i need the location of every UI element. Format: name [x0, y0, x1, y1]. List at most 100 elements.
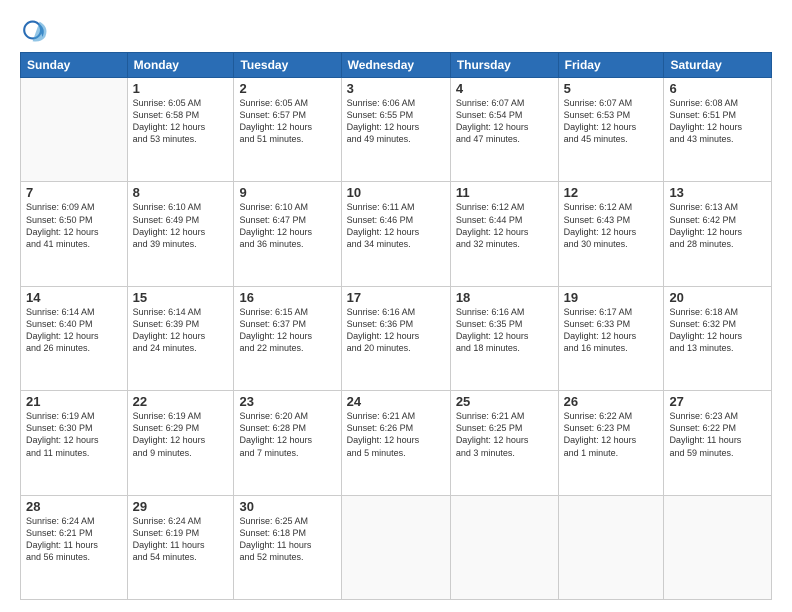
calendar-cell [558, 495, 664, 599]
calendar-cell: 11Sunrise: 6:12 AM Sunset: 6:44 PM Dayli… [450, 182, 558, 286]
day-info: Sunrise: 6:07 AM Sunset: 6:54 PM Dayligh… [456, 97, 553, 146]
calendar-table: SundayMondayTuesdayWednesdayThursdayFrid… [20, 52, 772, 600]
day-info: Sunrise: 6:23 AM Sunset: 6:22 PM Dayligh… [669, 410, 766, 459]
header [20, 16, 772, 44]
day-info: Sunrise: 6:10 AM Sunset: 6:47 PM Dayligh… [239, 201, 335, 250]
day-info: Sunrise: 6:10 AM Sunset: 6:49 PM Dayligh… [133, 201, 229, 250]
day-info: Sunrise: 6:08 AM Sunset: 6:51 PM Dayligh… [669, 97, 766, 146]
day-number: 26 [564, 394, 659, 409]
calendar-cell: 15Sunrise: 6:14 AM Sunset: 6:39 PM Dayli… [127, 286, 234, 390]
calendar-cell: 25Sunrise: 6:21 AM Sunset: 6:25 PM Dayli… [450, 391, 558, 495]
calendar-cell: 6Sunrise: 6:08 AM Sunset: 6:51 PM Daylig… [664, 78, 772, 182]
week-row-3: 14Sunrise: 6:14 AM Sunset: 6:40 PM Dayli… [21, 286, 772, 390]
day-number: 12 [564, 185, 659, 200]
day-number: 13 [669, 185, 766, 200]
day-number: 19 [564, 290, 659, 305]
week-row-5: 28Sunrise: 6:24 AM Sunset: 6:21 PM Dayli… [21, 495, 772, 599]
day-info: Sunrise: 6:09 AM Sunset: 6:50 PM Dayligh… [26, 201, 122, 250]
calendar-cell: 5Sunrise: 6:07 AM Sunset: 6:53 PM Daylig… [558, 78, 664, 182]
calendar-cell: 27Sunrise: 6:23 AM Sunset: 6:22 PM Dayli… [664, 391, 772, 495]
day-info: Sunrise: 6:19 AM Sunset: 6:29 PM Dayligh… [133, 410, 229, 459]
calendar-cell: 20Sunrise: 6:18 AM Sunset: 6:32 PM Dayli… [664, 286, 772, 390]
day-info: Sunrise: 6:21 AM Sunset: 6:25 PM Dayligh… [456, 410, 553, 459]
day-number: 3 [347, 81, 445, 96]
calendar-cell: 10Sunrise: 6:11 AM Sunset: 6:46 PM Dayli… [341, 182, 450, 286]
day-info: Sunrise: 6:05 AM Sunset: 6:58 PM Dayligh… [133, 97, 229, 146]
calendar-cell: 26Sunrise: 6:22 AM Sunset: 6:23 PM Dayli… [558, 391, 664, 495]
calendar-cell: 4Sunrise: 6:07 AM Sunset: 6:54 PM Daylig… [450, 78, 558, 182]
calendar-cell [664, 495, 772, 599]
day-number: 22 [133, 394, 229, 409]
calendar-cell: 12Sunrise: 6:12 AM Sunset: 6:43 PM Dayli… [558, 182, 664, 286]
calendar-cell: 24Sunrise: 6:21 AM Sunset: 6:26 PM Dayli… [341, 391, 450, 495]
week-row-4: 21Sunrise: 6:19 AM Sunset: 6:30 PM Dayli… [21, 391, 772, 495]
day-info: Sunrise: 6:21 AM Sunset: 6:26 PM Dayligh… [347, 410, 445, 459]
calendar-cell: 13Sunrise: 6:13 AM Sunset: 6:42 PM Dayli… [664, 182, 772, 286]
calendar-cell: 23Sunrise: 6:20 AM Sunset: 6:28 PM Dayli… [234, 391, 341, 495]
day-info: Sunrise: 6:15 AM Sunset: 6:37 PM Dayligh… [239, 306, 335, 355]
day-number: 11 [456, 185, 553, 200]
weekday-header-monday: Monday [127, 53, 234, 78]
day-info: Sunrise: 6:05 AM Sunset: 6:57 PM Dayligh… [239, 97, 335, 146]
logo [20, 16, 52, 44]
weekday-header-row: SundayMondayTuesdayWednesdayThursdayFrid… [21, 53, 772, 78]
weekday-header-sunday: Sunday [21, 53, 128, 78]
day-number: 28 [26, 499, 122, 514]
day-number: 17 [347, 290, 445, 305]
calendar-cell: 17Sunrise: 6:16 AM Sunset: 6:36 PM Dayli… [341, 286, 450, 390]
day-info: Sunrise: 6:06 AM Sunset: 6:55 PM Dayligh… [347, 97, 445, 146]
weekday-header-wednesday: Wednesday [341, 53, 450, 78]
calendar-cell: 3Sunrise: 6:06 AM Sunset: 6:55 PM Daylig… [341, 78, 450, 182]
weekday-header-tuesday: Tuesday [234, 53, 341, 78]
day-info: Sunrise: 6:16 AM Sunset: 6:35 PM Dayligh… [456, 306, 553, 355]
day-info: Sunrise: 6:22 AM Sunset: 6:23 PM Dayligh… [564, 410, 659, 459]
day-info: Sunrise: 6:12 AM Sunset: 6:44 PM Dayligh… [456, 201, 553, 250]
day-number: 8 [133, 185, 229, 200]
day-number: 25 [456, 394, 553, 409]
day-info: Sunrise: 6:25 AM Sunset: 6:18 PM Dayligh… [239, 515, 335, 564]
calendar-cell: 19Sunrise: 6:17 AM Sunset: 6:33 PM Dayli… [558, 286, 664, 390]
day-number: 2 [239, 81, 335, 96]
weekday-header-friday: Friday [558, 53, 664, 78]
calendar-cell: 9Sunrise: 6:10 AM Sunset: 6:47 PM Daylig… [234, 182, 341, 286]
day-info: Sunrise: 6:12 AM Sunset: 6:43 PM Dayligh… [564, 201, 659, 250]
day-number: 15 [133, 290, 229, 305]
day-number: 18 [456, 290, 553, 305]
day-number: 5 [564, 81, 659, 96]
logo-icon [20, 16, 48, 44]
day-info: Sunrise: 6:19 AM Sunset: 6:30 PM Dayligh… [26, 410, 122, 459]
calendar-cell [341, 495, 450, 599]
calendar-cell: 14Sunrise: 6:14 AM Sunset: 6:40 PM Dayli… [21, 286, 128, 390]
day-info: Sunrise: 6:14 AM Sunset: 6:40 PM Dayligh… [26, 306, 122, 355]
calendar-cell: 16Sunrise: 6:15 AM Sunset: 6:37 PM Dayli… [234, 286, 341, 390]
day-number: 29 [133, 499, 229, 514]
day-number: 20 [669, 290, 766, 305]
day-info: Sunrise: 6:14 AM Sunset: 6:39 PM Dayligh… [133, 306, 229, 355]
day-info: Sunrise: 6:17 AM Sunset: 6:33 PM Dayligh… [564, 306, 659, 355]
day-info: Sunrise: 6:16 AM Sunset: 6:36 PM Dayligh… [347, 306, 445, 355]
calendar-cell: 22Sunrise: 6:19 AM Sunset: 6:29 PM Dayli… [127, 391, 234, 495]
calendar-cell: 8Sunrise: 6:10 AM Sunset: 6:49 PM Daylig… [127, 182, 234, 286]
day-info: Sunrise: 6:20 AM Sunset: 6:28 PM Dayligh… [239, 410, 335, 459]
day-number: 16 [239, 290, 335, 305]
calendar-cell: 30Sunrise: 6:25 AM Sunset: 6:18 PM Dayli… [234, 495, 341, 599]
weekday-header-saturday: Saturday [664, 53, 772, 78]
day-number: 23 [239, 394, 335, 409]
calendar-cell: 1Sunrise: 6:05 AM Sunset: 6:58 PM Daylig… [127, 78, 234, 182]
day-number: 7 [26, 185, 122, 200]
week-row-1: 1Sunrise: 6:05 AM Sunset: 6:58 PM Daylig… [21, 78, 772, 182]
calendar-cell: 21Sunrise: 6:19 AM Sunset: 6:30 PM Dayli… [21, 391, 128, 495]
calendar-cell: 29Sunrise: 6:24 AM Sunset: 6:19 PM Dayli… [127, 495, 234, 599]
weekday-header-thursday: Thursday [450, 53, 558, 78]
day-number: 1 [133, 81, 229, 96]
day-number: 10 [347, 185, 445, 200]
calendar-cell [450, 495, 558, 599]
calendar-cell: 7Sunrise: 6:09 AM Sunset: 6:50 PM Daylig… [21, 182, 128, 286]
day-number: 30 [239, 499, 335, 514]
day-number: 14 [26, 290, 122, 305]
day-info: Sunrise: 6:18 AM Sunset: 6:32 PM Dayligh… [669, 306, 766, 355]
day-number: 9 [239, 185, 335, 200]
day-info: Sunrise: 6:11 AM Sunset: 6:46 PM Dayligh… [347, 201, 445, 250]
calendar-cell: 18Sunrise: 6:16 AM Sunset: 6:35 PM Dayli… [450, 286, 558, 390]
day-info: Sunrise: 6:07 AM Sunset: 6:53 PM Dayligh… [564, 97, 659, 146]
